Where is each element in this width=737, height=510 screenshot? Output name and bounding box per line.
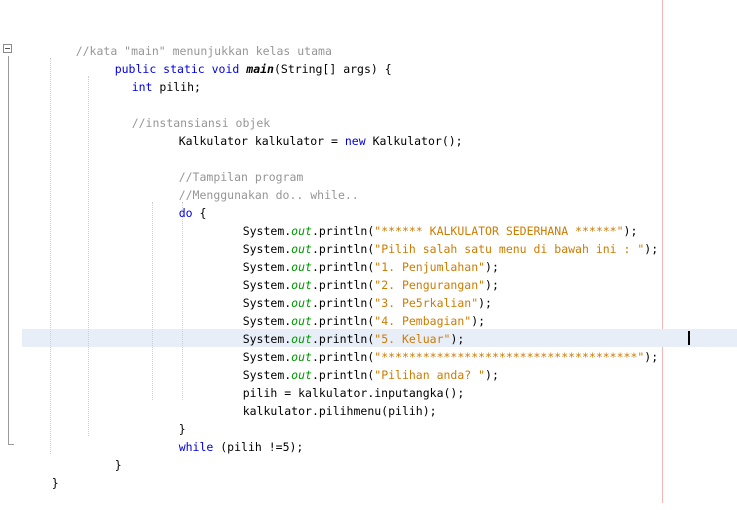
fold-range-line [8, 56, 9, 444]
code-text: pilih; [152, 80, 201, 94]
code-text: ); [644, 350, 659, 364]
code-line: //Tampilan program [151, 150, 304, 184]
code-line: } [151, 402, 186, 436]
code-line: do { [151, 186, 207, 220]
code-editor[interactable]: //kata "main" menunjukkan kelas utama pu… [0, 0, 737, 503]
indent-guide [50, 58, 51, 454]
code-keyword: while [178, 440, 214, 454]
code-brace: } [114, 458, 122, 472]
code-method-name: main [246, 62, 274, 76]
indent-guide [182, 202, 183, 400]
code-line: Kalkulator kalkulator = new Kalkulator()… [151, 114, 463, 148]
code-line: } [87, 438, 122, 472]
code-text: ); [471, 314, 486, 328]
code-line: kalkulator.pilihmenu(pilih); [215, 384, 437, 418]
code-line: System.out.println("1. Penjumlahan"); [215, 240, 499, 274]
code-text: (pilih !=5); [213, 440, 304, 454]
code-line: System.out.println("Pilihan anda? "); [215, 348, 499, 382]
code-keyword: int [131, 80, 153, 94]
code-text: (String[] args) { [273, 62, 392, 76]
code-line: //kata "main" menunjukkan kelas utama [48, 24, 332, 58]
code-text: { [192, 206, 207, 220]
code-line: //Menggunakan do.. while.. [151, 168, 359, 202]
fold-end-marker [8, 444, 14, 445]
code-line: System.out.println("Pilih salah satu men… [215, 222, 658, 256]
right-margin-guide [662, 0, 663, 503]
code-text: Kalkulator(); [365, 134, 463, 148]
code-keyword: new [344, 134, 366, 148]
code-brace: } [51, 476, 59, 490]
code-keyword: do [178, 206, 193, 220]
code-line: System.out.println("4. Pembagian"); [215, 294, 485, 328]
fold-collapse-icon[interactable] [3, 44, 12, 53]
code-line: System.out.println("5. Keluar"); [215, 312, 465, 346]
code-text: ); [485, 368, 499, 382]
code-line: //instansiansi objek [104, 96, 270, 130]
code-line-current[interactable]: System.out.println("********************… [215, 330, 658, 364]
code-line: System.out.println("****** KALKULATOR SE… [215, 204, 638, 238]
code-line: pilih = kalkulator.inputangka(); [215, 366, 465, 400]
code-line: int pilih; [104, 60, 201, 94]
code-line: public static void main(String[] args) { [87, 42, 392, 76]
code-line: System.out.println("2. Pengurangan"); [215, 258, 499, 292]
text-cursor [688, 331, 690, 345]
code-text: ); [644, 242, 659, 256]
code-text: kalkulator.pilihmenu(pilih); [242, 404, 437, 418]
code-line: } [24, 456, 59, 490]
code-line: System.out.println("3. Pe5rkalian"); [215, 276, 492, 310]
code-line: while (pilih !=5); [151, 420, 304, 454]
code-text: Kalkulator kalkulator = [178, 134, 345, 148]
indent-guide [88, 76, 89, 436]
